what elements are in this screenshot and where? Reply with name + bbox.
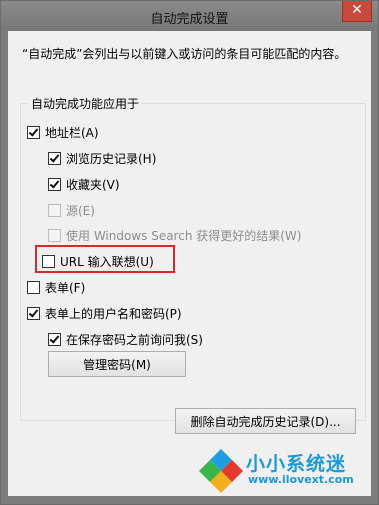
checkbox-label: 浏览历史记录(H) [66,152,157,166]
checkbox-icon[interactable] [42,255,55,268]
description-text: “自动完成”会列出与以前键入或访问的条目可能匹配的内容。 [22,47,347,61]
checkbox-icon [48,204,61,217]
checkbox-forms[interactable]: 表单(F) [27,279,85,296]
checkbox-label: URL 输入联想(U) [60,255,154,269]
checkbox-ask-before-saving[interactable]: 在保存密码之前询问我(S) [48,331,203,348]
checkbox-favorites[interactable]: 收藏夹(V) [48,176,120,193]
checkbox-feeds: 源(E) [48,202,95,219]
manage-passwords-button[interactable]: 管理密码(M) [48,351,186,377]
delete-autocomplete-history-button[interactable]: 删除自动完成历史记录(D)... [175,408,356,434]
checkbox-label: 在保存密码之前询问我(S) [66,333,203,347]
checkbox-icon[interactable] [48,152,61,165]
checkbox-icon[interactable] [48,333,61,346]
checkbox-icon[interactable] [27,307,40,320]
checkbox-label: 收藏夹(V) [66,178,120,192]
checkbox-icon [48,229,61,242]
title-bar: 自动完成设置 ✕ [1,1,378,31]
dialog-body: “自动完成”会列出与以前键入或访问的条目可能匹配的内容。 自动完成功能应用于 地… [8,31,371,496]
checkbox-address-bar[interactable]: 地址栏(A) [27,124,99,141]
watermark-url: www.ilovext.com [248,473,354,486]
window-title: 自动完成设置 [150,12,229,27]
autocomplete-settings-dialog: 自动完成设置 ✕ “自动完成”会列出与以前键入或访问的条目可能匹配的内容。 自动… [0,0,379,505]
checkbox-url-suggestion[interactable]: URL 输入联想(U) [42,253,154,270]
watermark-brand: 小小系统迷 [246,453,347,475]
checkbox-label: 表单(F) [45,281,86,295]
checkbox-label: 地址栏(A) [45,126,99,140]
watermark-logo-icon [199,449,243,493]
checkbox-label: 源(E) [66,204,95,218]
checkbox-label: 使用 Windows Search 获得更好的结果(W) [66,229,302,243]
checkbox-form-usernames-passwords[interactable]: 表单上的用户名和密码(P) [27,305,182,322]
checkbox-icon[interactable] [27,126,40,139]
checkbox-browsing-history[interactable]: 浏览历史记录(H) [48,150,156,167]
checkbox-windows-search: 使用 Windows Search 获得更好的结果(W) [48,227,301,244]
checkbox-icon[interactable] [48,178,61,191]
close-button[interactable]: ✕ [342,1,372,22]
watermark: 小小系统迷 www.ilovext.com [196,441,376,501]
checkbox-icon[interactable] [27,281,40,294]
checkbox-label: 表单上的用户名和密码(P) [45,307,182,321]
groupbox-label: 自动完成功能应用于 [28,95,143,112]
